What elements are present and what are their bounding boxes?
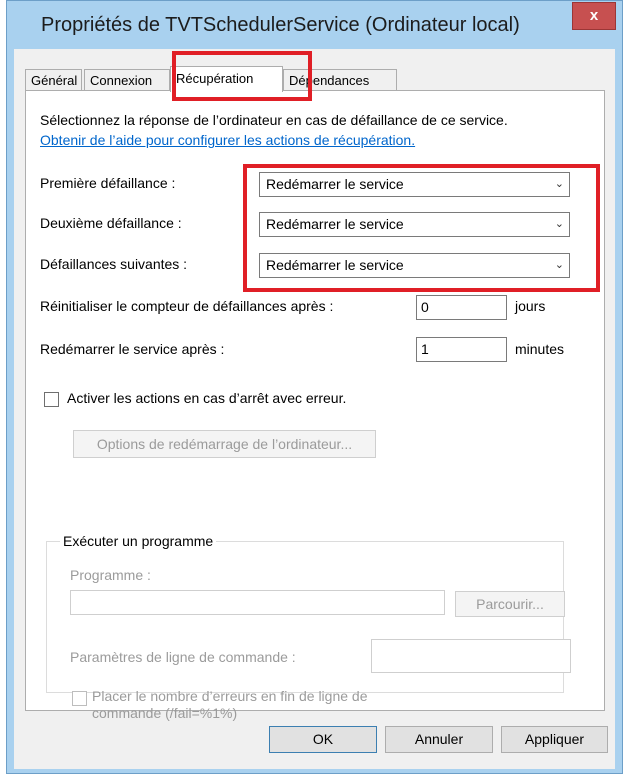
params-label: Paramètres de ligne de commande : <box>70 649 296 665</box>
second-failure-select[interactable]: Redémarrer le service ⌄ <box>259 212 570 237</box>
restart-service-unit: minutes <box>515 341 565 357</box>
reset-counter-unit: jours <box>515 298 546 314</box>
title-bar[interactable]: Propriétés de TVTSchedulerService (Ordin… <box>7 1 622 49</box>
window-title: Propriétés de TVTSchedulerService (Ordin… <box>41 14 520 36</box>
ok-button[interactable]: OK <box>269 726 377 753</box>
help-link[interactable]: Obtenir de l’aide pour configurer les ac… <box>40 132 415 148</box>
first-failure-select[interactable]: Redémarrer le service ⌄ <box>259 172 570 197</box>
append-fail-count-label-line2: commande (/fail=%1%) <box>92 705 238 721</box>
subsequent-failures-select[interactable]: Redémarrer le service ⌄ <box>259 253 570 278</box>
program-label: Programme : <box>70 567 151 583</box>
tab-recuperation[interactable]: Récupération <box>170 66 283 92</box>
reset-counter-input[interactable]: 0 <box>416 295 507 320</box>
params-input[interactable] <box>371 639 571 673</box>
chevron-down-icon: ⌄ <box>554 178 564 190</box>
browse-button[interactable]: Parcourir... <box>455 591 565 617</box>
apply-button[interactable]: Appliquer <box>501 726 608 753</box>
first-failure-label: Première défaillance : <box>40 175 176 191</box>
tab-connexion[interactable]: Connexion <box>84 69 170 91</box>
second-failure-label: Deuxième défaillance : <box>40 215 182 231</box>
chevron-down-icon: ⌄ <box>554 218 564 230</box>
append-fail-count-label-line1: Placer le nombre d’erreurs en fin de lig… <box>92 688 368 704</box>
restart-service-input[interactable]: 1 <box>416 337 507 362</box>
tab-dependances[interactable]: Dépendances <box>283 69 397 91</box>
subsequent-failures-value: Redémarrer le service <box>266 257 404 273</box>
properties-dialog: Propriétés de TVTSchedulerService (Ordin… <box>6 0 623 774</box>
run-program-group-label: Exécuter un programme <box>60 533 217 549</box>
intro-text: Sélectionnez la réponse de l’ordinateur … <box>40 112 508 128</box>
cancel-button[interactable]: Annuler <box>385 726 493 753</box>
append-fail-count-checkbox[interactable] <box>72 691 87 706</box>
second-failure-value: Redémarrer le service <box>266 216 404 232</box>
program-input[interactable] <box>70 590 445 615</box>
reset-counter-label: Réinitialiser le compteur de défaillance… <box>40 298 334 314</box>
enable-actions-label: Activer les actions en cas d’arrêt avec … <box>67 390 347 406</box>
tab-general[interactable]: Général <box>25 69 82 91</box>
restart-service-label: Redémarrer le service après : <box>40 341 225 357</box>
subsequent-failures-label: Défaillances suivantes : <box>40 256 188 272</box>
close-button[interactable]: x <box>572 2 616 30</box>
chevron-down-icon: ⌄ <box>554 259 564 271</box>
first-failure-value: Redémarrer le service <box>266 176 404 192</box>
dialog-client-area: Général Connexion Récupération Dépendanc… <box>14 49 615 769</box>
enable-actions-checkbox[interactable] <box>44 392 59 407</box>
restart-options-button[interactable]: Options de redémarrage de l’ordinateur..… <box>73 430 376 458</box>
